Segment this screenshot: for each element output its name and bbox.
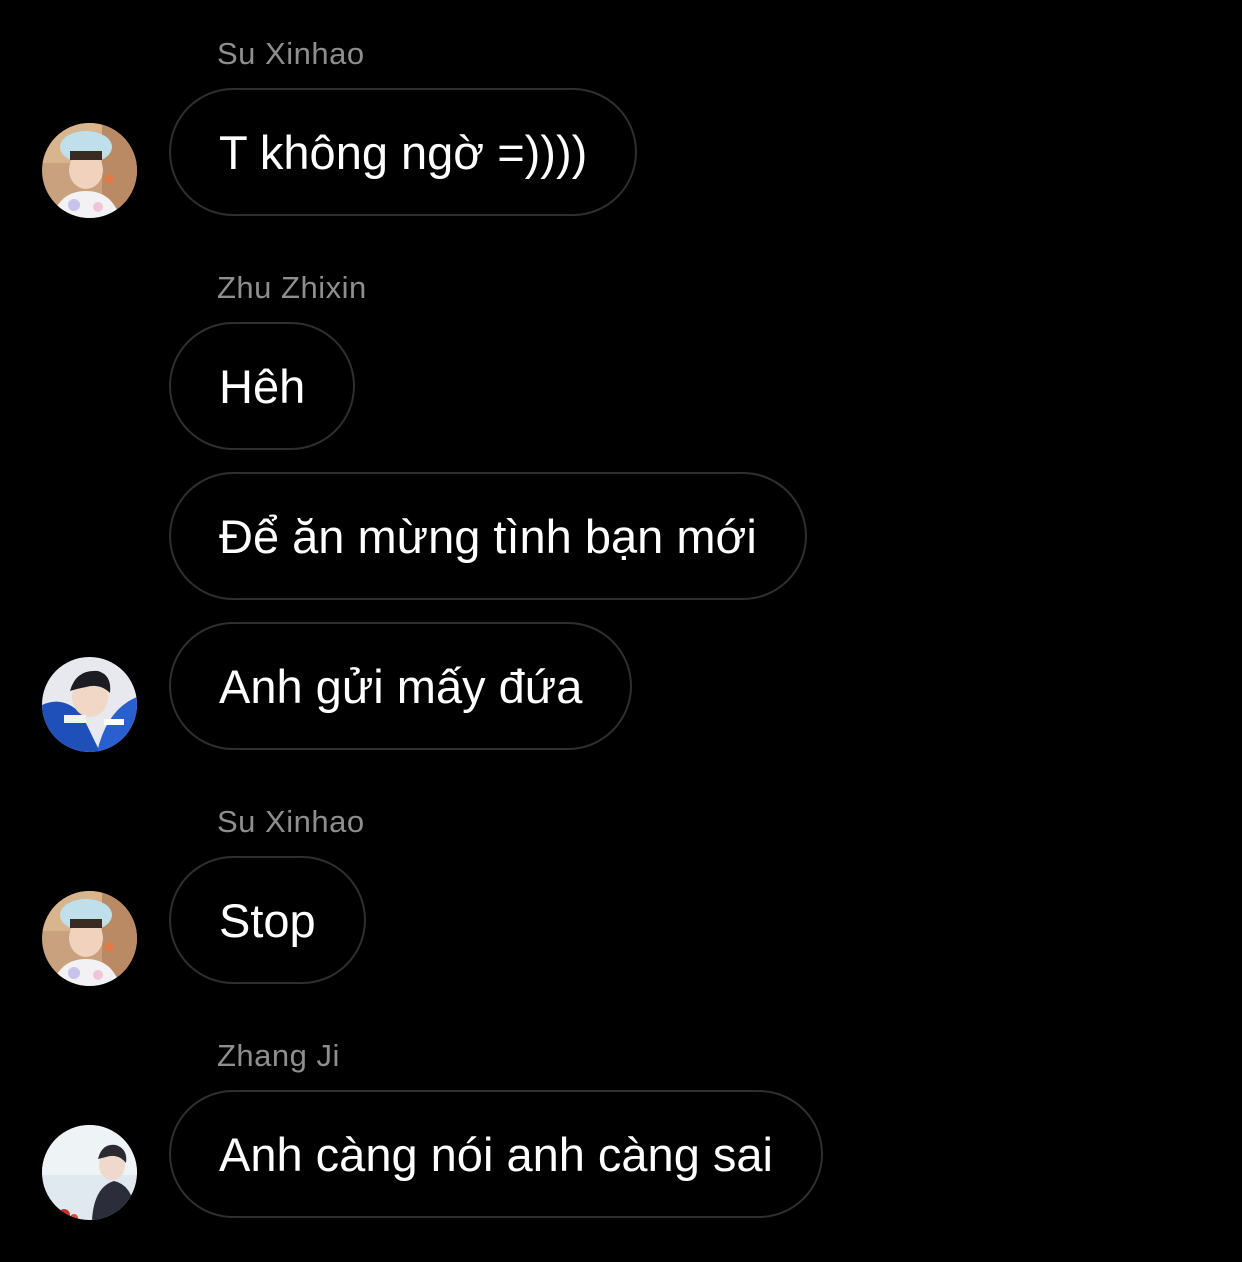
message-text: Stop xyxy=(219,893,316,947)
sender-name: Zhang Ji xyxy=(217,1038,340,1073)
zhang-ji-avatar[interactable] xyxy=(42,1125,137,1220)
su-xinhao-avatar[interactable] xyxy=(42,123,137,218)
sender-name: Su Xinhao xyxy=(217,804,365,839)
zhu-zhixin-avatar[interactable] xyxy=(42,657,137,752)
message-text: Hêh xyxy=(219,359,306,413)
message-bubble[interactable]: T không ngờ =)))) xyxy=(169,88,638,216)
sender-name: Zhu Zhixin xyxy=(217,270,367,305)
message-bubble[interactable]: Anh càng nói anh càng sai xyxy=(169,1090,823,1218)
message-text: Để ăn mừng tình bạn mới xyxy=(219,509,757,563)
message-bubble[interactable]: Để ăn mừng tình bạn mới xyxy=(169,472,807,600)
message-text: T không ngờ =)))) xyxy=(219,125,588,179)
message-bubble[interactable]: Anh gửi mấy đứa xyxy=(169,622,633,750)
message-bubble[interactable]: Hêh xyxy=(169,322,356,450)
message-text: Anh càng nói anh càng sai xyxy=(219,1127,773,1181)
message-text: Anh gửi mấy đứa xyxy=(219,659,583,713)
chat-thread: Su Xinhao T không ngờ =)))) Zhu Zhixin H… xyxy=(0,0,1242,1262)
su-xinhao-avatar[interactable] xyxy=(42,891,137,986)
message-bubble[interactable]: Stop xyxy=(169,856,366,984)
sender-name: Su Xinhao xyxy=(217,36,365,71)
